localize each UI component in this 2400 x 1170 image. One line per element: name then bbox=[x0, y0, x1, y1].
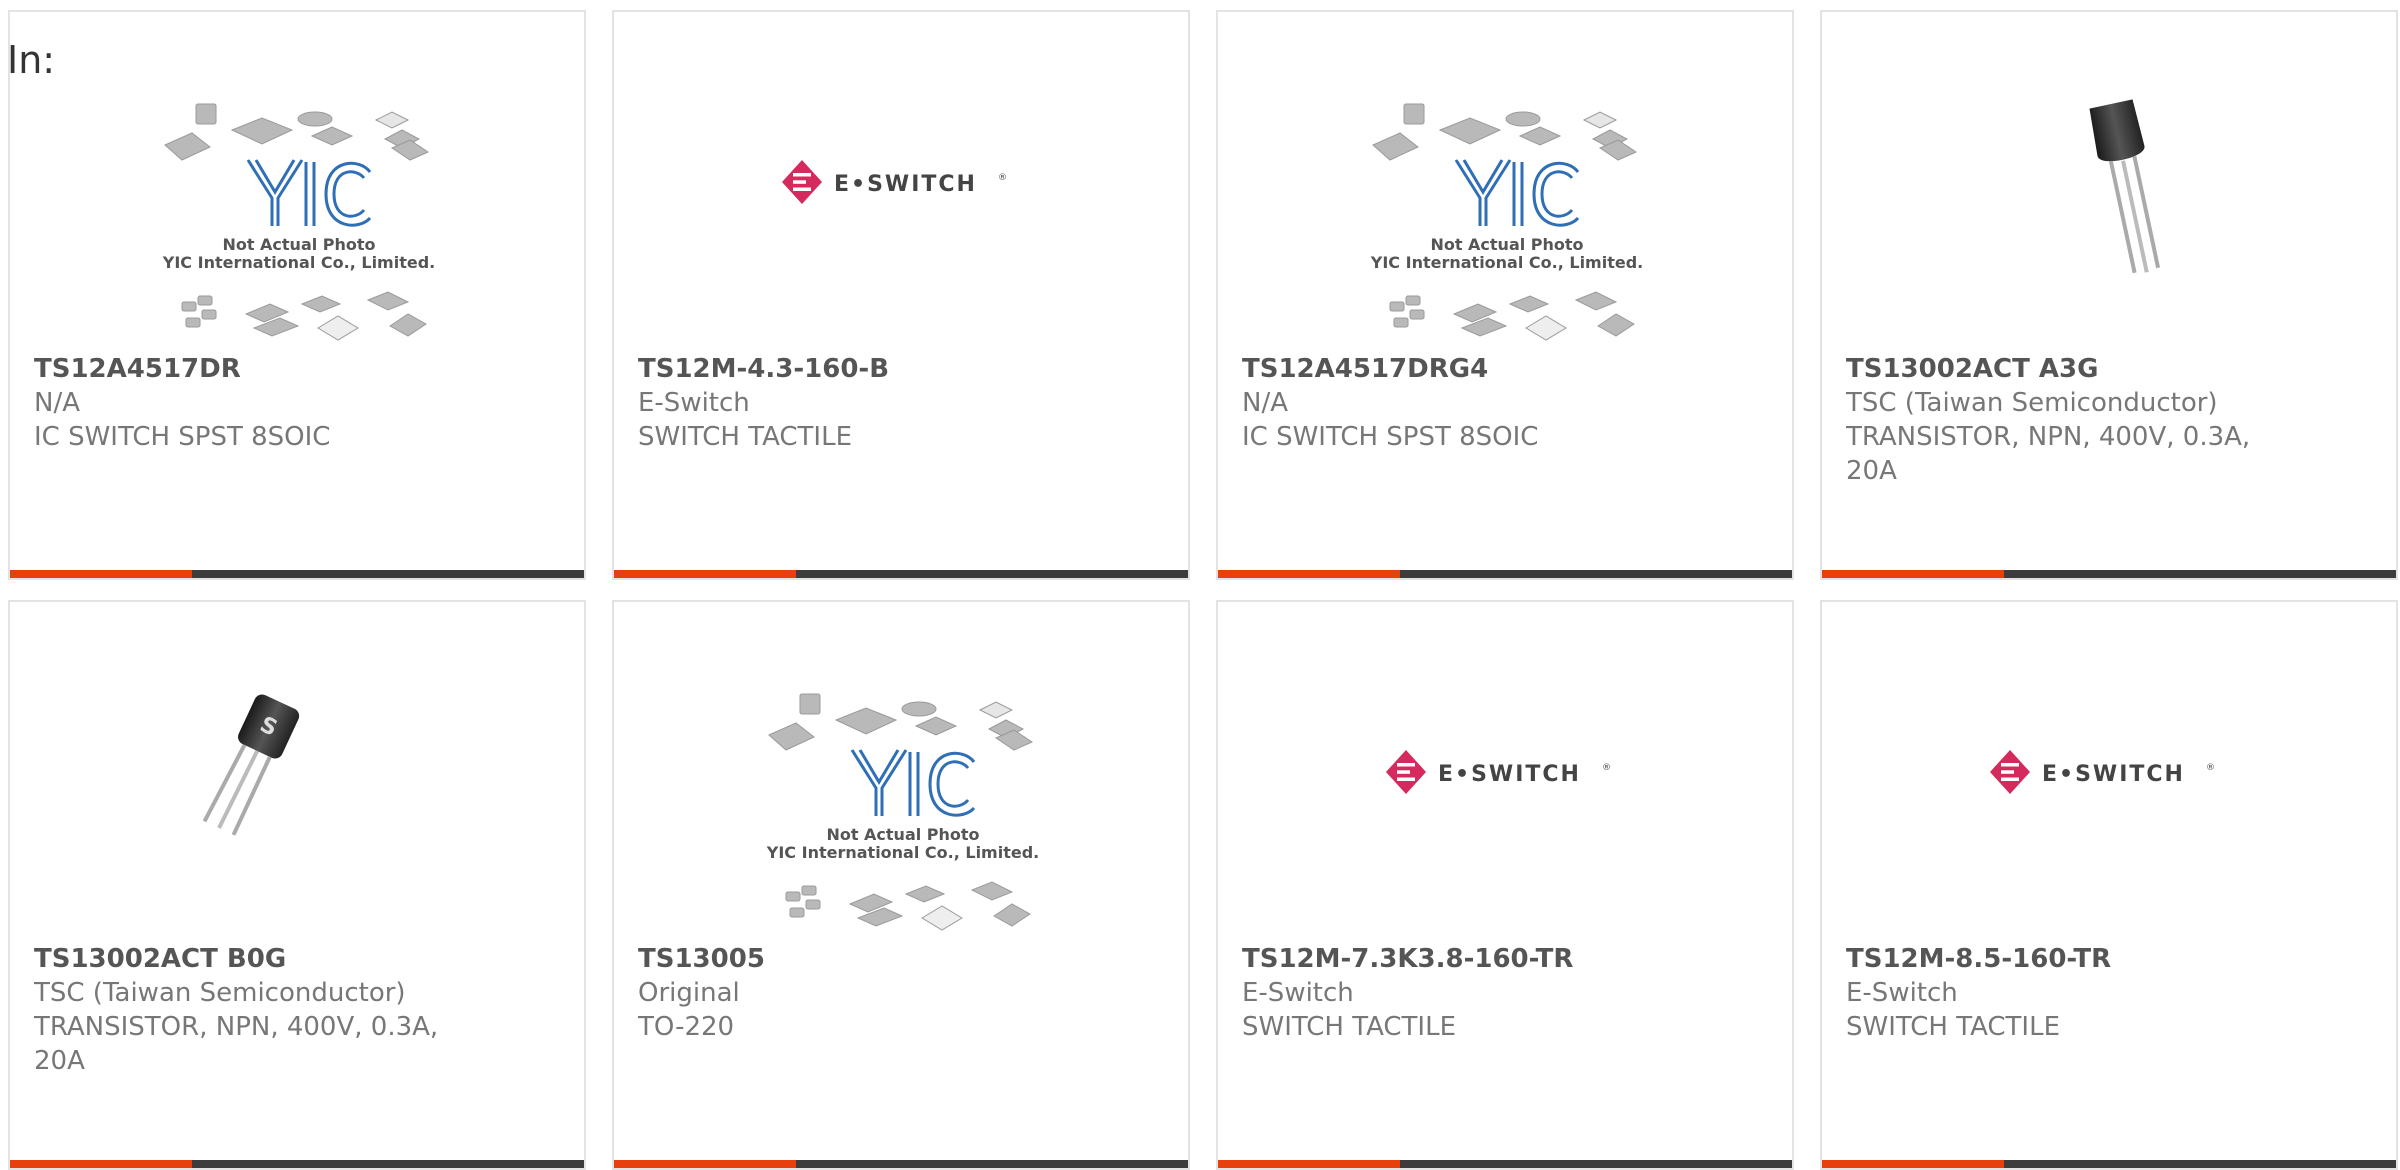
svg-text:YIC International Co., Limited: YIC International Co., Limited. bbox=[1370, 253, 1643, 272]
product-card[interactable]: Not Actual Photo YIC International Co., … bbox=[1216, 10, 1794, 580]
tsc-transistor-image[interactable]: S bbox=[10, 602, 584, 948]
part-number-link[interactable]: TS12M-7.3K3.8-160-TR bbox=[1242, 942, 1682, 976]
description: IC SWITCH SPST 8SOIC bbox=[1242, 422, 1539, 452]
svg-text:Not Actual Photo: Not Actual Photo bbox=[1430, 235, 1583, 254]
yic-placeholder-image[interactable]: Not Actual Photo YIC International Co., … bbox=[614, 602, 1188, 948]
card-bottom-bar bbox=[10, 570, 584, 578]
product-info: TS13005 Original TO-220 bbox=[638, 942, 1078, 1044]
description: TRANSISTOR, NPN, 400V, 0.3A, bbox=[1846, 422, 2251, 452]
manufacturer: TSC (Taiwan Semiconductor) bbox=[34, 978, 406, 1008]
product-info: TS12A4517DRG4 N/A IC SWITCH SPST 8SOIC bbox=[1242, 352, 1682, 454]
part-number-link[interactable]: TS12A4517DRG4 bbox=[1242, 352, 1682, 386]
part-number-link[interactable]: TS13005 bbox=[638, 942, 1078, 976]
part-number-link[interactable]: TS12M-4.3-160-B bbox=[638, 352, 1078, 386]
product-card[interactable]: TS13002ACT A3G TSC (Taiwan Semiconductor)… bbox=[1820, 10, 2398, 580]
part-number-link[interactable]: TS13002ACT B0G bbox=[34, 942, 474, 976]
manufacturer: N/A bbox=[34, 388, 80, 418]
manufacturer: TSC (Taiwan Semiconductor) bbox=[1846, 388, 2218, 418]
svg-text:E•SWITCH: E•SWITCH bbox=[834, 172, 977, 197]
part-number-link[interactable]: TS13002ACT A3G bbox=[1846, 352, 2286, 386]
filter-label: In: bbox=[7, 38, 56, 82]
card-bottom-bar bbox=[614, 570, 1188, 578]
part-number-link[interactable]: TS12A4517DR bbox=[34, 352, 474, 386]
card-accent-bar bbox=[1218, 570, 1400, 578]
card-bottom-bar bbox=[1218, 570, 1792, 578]
eswitch-logo-image[interactable]: E•SWITCH ® bbox=[1218, 602, 1792, 948]
eswitch-logo-image[interactable]: E•SWITCH ® bbox=[614, 12, 1188, 358]
product-card[interactable]: E•SWITCH ® TS12M-7.3K3.8-160-TR E-Switch S… bbox=[1216, 600, 1794, 1170]
product-info: TS12M-4.3-160-B E-Switch SWITCH TACTILE bbox=[638, 352, 1078, 454]
yic-placeholder-image[interactable]: Not Actual Photo YIC International Co., … bbox=[10, 12, 584, 358]
manufacturer: E-Switch bbox=[638, 388, 750, 418]
description: SWITCH TACTILE bbox=[638, 422, 853, 452]
part-number-link[interactable]: TS12M-8.5-160-TR bbox=[1846, 942, 2286, 976]
description: SWITCH TACTILE bbox=[1242, 1012, 1457, 1042]
card-accent-bar bbox=[614, 570, 796, 578]
eswitch-logo-image[interactable]: E•SWITCH ® bbox=[1822, 602, 2396, 948]
product-card[interactable]: S TS13002ACT B0G TSC (Taiwan Semiconducto… bbox=[8, 600, 586, 1170]
svg-text:E•SWITCH: E•SWITCH bbox=[1438, 762, 1581, 787]
svg-text:YIC International Co., Limited: YIC International Co., Limited. bbox=[766, 843, 1039, 862]
description-cont: 20A bbox=[34, 1046, 85, 1076]
description: TRANSISTOR, NPN, 400V, 0.3A, bbox=[34, 1012, 439, 1042]
product-card[interactable]: Not Actual Photo YIC International Co., … bbox=[612, 600, 1190, 1170]
manufacturer: Original bbox=[638, 978, 740, 1008]
product-info: TS13002ACT B0G TSC (Taiwan Semiconductor)… bbox=[34, 942, 474, 1078]
manufacturer: E-Switch bbox=[1242, 978, 1354, 1008]
svg-text:E•SWITCH: E•SWITCH bbox=[2042, 762, 2185, 787]
card-bottom-bar bbox=[1822, 570, 2396, 578]
product-info: TS12A4517DR N/A IC SWITCH SPST 8SOIC bbox=[34, 352, 474, 454]
description: IC SWITCH SPST 8SOIC bbox=[34, 422, 331, 452]
description: SWITCH TACTILE bbox=[1846, 1012, 2061, 1042]
manufacturer: E-Switch bbox=[1846, 978, 1958, 1008]
card-accent-bar bbox=[1822, 570, 2004, 578]
svg-text:YIC International Co., Limited: YIC International Co., Limited. bbox=[162, 253, 435, 272]
manufacturer: N/A bbox=[1242, 388, 1288, 418]
transistor-image[interactable] bbox=[1822, 12, 2396, 358]
svg-text:Not Actual Photo: Not Actual Photo bbox=[222, 235, 375, 254]
product-info: TS13002ACT A3G TSC (Taiwan Semiconductor)… bbox=[1846, 352, 2286, 488]
product-card[interactable]: E•SWITCH ® TS12M-4.3-160-B E-Switch SWITCH… bbox=[612, 10, 1190, 580]
svg-text:®: ® bbox=[998, 173, 1007, 183]
yic-placeholder-image[interactable]: Not Actual Photo YIC International Co., … bbox=[1218, 12, 1792, 358]
product-info: TS12M-7.3K3.8-160-TR E-Switch SWITCH TACTI… bbox=[1242, 942, 1682, 1044]
product-info: TS12M-8.5-160-TR E-Switch SWITCH TACTILE bbox=[1846, 942, 2286, 1044]
card-accent-bar bbox=[10, 570, 192, 578]
product-grid: Not Actual Photo YIC International Co., … bbox=[0, 0, 2400, 1170]
svg-text:Not Actual Photo: Not Actual Photo bbox=[826, 825, 979, 844]
svg-text:®: ® bbox=[1602, 763, 1611, 773]
product-card[interactable]: E•SWITCH ® TS12M-8.5-160-TR E-Switch SWITC… bbox=[1820, 600, 2398, 1170]
description-cont: 20A bbox=[1846, 456, 1897, 486]
product-card[interactable]: Not Actual Photo YIC International Co., … bbox=[8, 10, 586, 580]
svg-text:®: ® bbox=[2206, 763, 2215, 773]
description: TO-220 bbox=[638, 1012, 735, 1042]
